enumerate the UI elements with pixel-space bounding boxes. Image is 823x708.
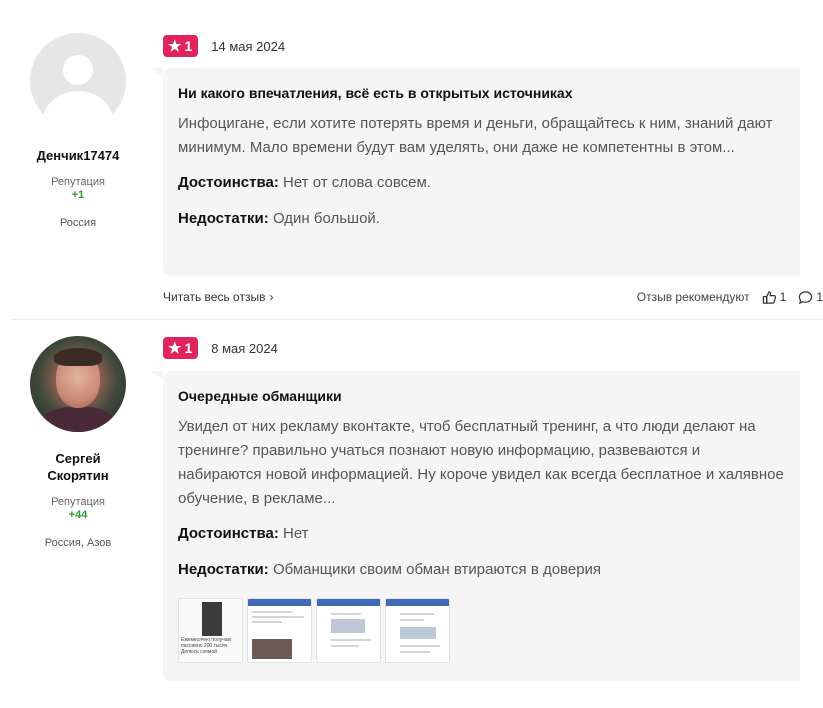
thumbnail-header	[248, 599, 311, 606]
review-title[interactable]: Ни какого впечатления, всё есть в открыт…	[178, 84, 786, 102]
review-cons: Недостатки: Обманщики своим обман втираю…	[178, 560, 786, 580]
reputation-label: Репутация	[51, 496, 105, 508]
like-count: 1	[779, 290, 787, 304]
like-button[interactable]: 1	[762, 290, 787, 305]
review-author: Денчик17474 Репутация +1 Россия	[8, 33, 148, 230]
reviews-page: Денчик17474 Репутация +1 Россия ★ 1 14 м…	[0, 0, 823, 708]
thumbnail-line	[331, 639, 371, 641]
comment-icon	[799, 290, 813, 304]
avatar-placeholder-body	[43, 91, 113, 129]
thumbnail-image	[400, 627, 436, 639]
rating-value: 1	[184, 340, 193, 356]
author-name[interactable]: Денчик17474	[8, 147, 148, 164]
cons-text: Один большой.	[272, 210, 380, 227]
review-footer: Читать весь отзыв › Отзыв рекомендуют 1 1	[163, 287, 823, 307]
review-header: ★ 1 8 мая 2024	[163, 337, 278, 359]
review-pros: Достоинства: Нет	[178, 524, 786, 544]
review-date: 8 мая 2024	[211, 340, 278, 356]
review-text: Инфоцигане, если хотите потерять время и…	[178, 115, 773, 156]
review-photo-thumbnail[interactable]	[247, 598, 312, 663]
review-photo-thumbnail[interactable]	[316, 598, 381, 663]
pros-label: Достоинства:	[178, 174, 279, 191]
avatar[interactable]	[30, 33, 126, 129]
thumbnail-line	[331, 645, 359, 647]
thumbnail-line	[252, 616, 304, 618]
review-author: Сергей Скорятин Репутация +44 Россия, Аз…	[8, 336, 148, 550]
rating-badge: ★ 1	[163, 35, 199, 57]
pros-text: Нет	[283, 525, 309, 542]
review-pros: Достоинства: Нет от слова совсем.	[178, 173, 786, 193]
pros-text: Нет от слова совсем.	[283, 174, 431, 191]
reputation-value: +1	[71, 189, 85, 201]
cons-label: Недостатки:	[178, 210, 269, 227]
thumbnail-line	[400, 645, 440, 647]
chevron-right-icon: ›	[269, 290, 274, 304]
review-item: Денчик17474 Репутация +1 Россия ★ 1 14 м…	[0, 0, 823, 318]
star-icon: ★	[168, 37, 182, 55]
thumbnail-header	[386, 599, 449, 606]
review-title[interactable]: Очередные обманщики	[178, 387, 786, 405]
review-date: 14 мая 2024	[211, 38, 286, 54]
review-cons: Недостатки: Один большой.	[178, 209, 786, 229]
review-actions: Отзыв рекомендуют 1 1	[637, 290, 823, 305]
author-name[interactable]: Сергей Скорятин	[8, 450, 148, 484]
review-photos: Ежемесячно получаю пассивно 200 тысяч. Д…	[178, 598, 786, 675]
comment-button[interactable]: 1	[798, 290, 823, 305]
thumbnail-line	[400, 619, 424, 621]
avatar-placeholder-head	[63, 55, 93, 85]
thumbnail-figure	[202, 602, 222, 636]
avatar-photo-hair	[54, 348, 102, 366]
thumbnail-line	[331, 613, 361, 615]
author-location: Россия	[59, 217, 97, 229]
recommend-label: Отзыв рекомендуют	[636, 290, 750, 304]
rating-badge: ★ 1	[163, 337, 199, 359]
pros-label: Достоинства:	[178, 525, 279, 542]
review-card: Очередные обманщики Увидел от них реклам…	[149, 371, 800, 681]
review-photo-thumbnail[interactable]: Ежемесячно получаю пассивно 200 тысяч. Д…	[178, 598, 243, 663]
review-item: Сергей Скорятин Репутация +44 Россия, Аз…	[0, 320, 823, 708]
review-header: ★ 1 14 мая 2024	[163, 35, 285, 57]
thumbnail-line	[252, 611, 292, 613]
reputation-label: Репутация	[51, 176, 105, 188]
avatar[interactable]	[30, 336, 126, 432]
thumbs-up-icon	[762, 290, 776, 304]
comment-count: 1	[816, 290, 823, 304]
review-photo-thumbnail[interactable]	[385, 598, 450, 663]
thumbnail-caption: Делюсь схемой	[181, 649, 217, 655]
review-text: Увидел от них рекламу вконтакте, чтоб бе…	[178, 418, 784, 507]
read-more-link[interactable]: Читать весь отзыв ›	[163, 290, 273, 304]
thumbnail-line	[400, 613, 434, 615]
review-card: Ни какого впечатления, всё есть в открыт…	[149, 68, 800, 276]
thumbnail-image	[252, 639, 292, 659]
thumbnail-line	[400, 651, 430, 653]
author-location: Россия, Азов	[44, 537, 112, 549]
read-more-label: Читать весь отзыв	[163, 290, 266, 304]
star-icon: ★	[168, 339, 182, 357]
thumbnail-line	[252, 621, 282, 623]
cons-label: Недостатки:	[178, 561, 269, 578]
reputation-value: +44	[68, 509, 88, 521]
rating-value: 1	[184, 38, 193, 54]
thumbnail-header	[317, 599, 380, 606]
cons-text: Обманщики своим обман втираются в довери…	[272, 561, 602, 578]
avatar-photo-shirt	[38, 406, 118, 432]
thumbnail-image	[331, 619, 365, 633]
